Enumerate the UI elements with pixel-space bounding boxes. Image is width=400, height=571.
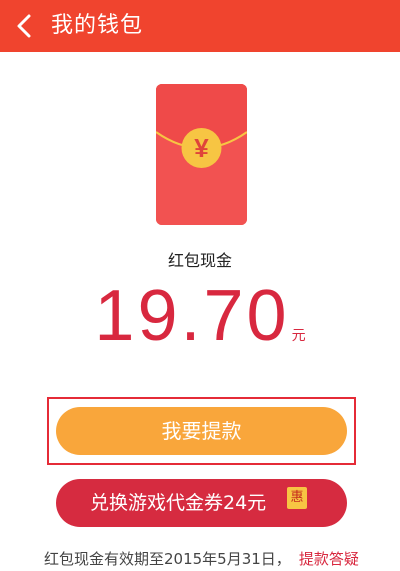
discount-badge: 惠 xyxy=(287,487,307,509)
app-header: 我的钱包 xyxy=(0,0,400,52)
validity-note: 红包现金有效期至2015年5月31日， 提款答疑 xyxy=(44,547,359,571)
yuan-symbol: ¥ xyxy=(194,133,209,163)
page-title: 我的钱包 xyxy=(51,13,144,38)
withdraw-button[interactable]: 我要提款 xyxy=(56,407,347,455)
withdraw-faq-link[interactable]: 提款答疑 xyxy=(299,550,359,568)
red-envelope-icon: ¥ xyxy=(156,84,247,225)
balance-label: 红包现金 xyxy=(167,251,232,270)
chevron-left-icon[interactable] xyxy=(10,11,40,41)
balance-amount-row: 19.70 元 xyxy=(0,280,400,352)
exchange-voucher-button[interactable]: 兑换游戏代金券24元 惠 xyxy=(56,479,347,527)
balance-unit: 元 xyxy=(291,328,306,344)
exchange-voucher-label: 兑换游戏代金券24元 xyxy=(90,492,267,514)
validity-text: 红包现金有效期至2015年5月31日， xyxy=(44,550,291,568)
balance-amount: 19.70 xyxy=(94,276,290,356)
